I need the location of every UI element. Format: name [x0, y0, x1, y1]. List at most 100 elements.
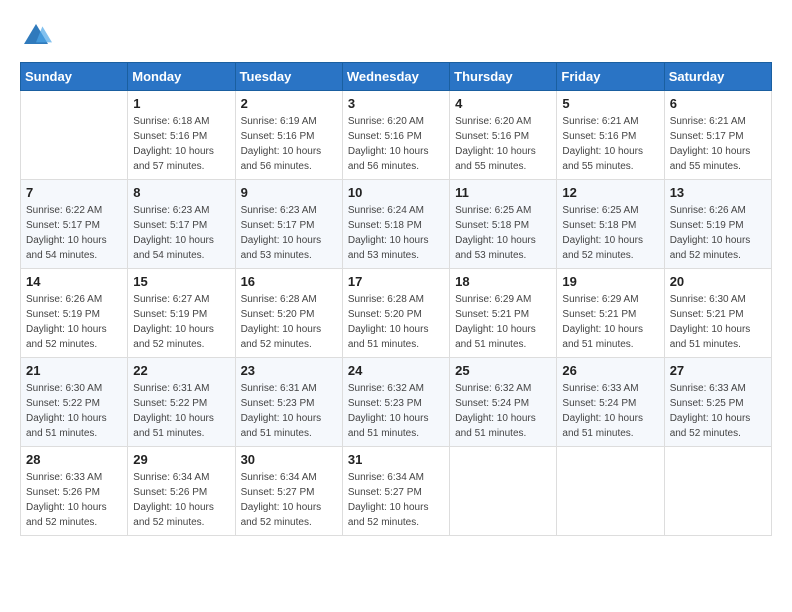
- day-number: 15: [133, 274, 229, 289]
- day-number: 3: [348, 96, 444, 111]
- calendar-cell: 10 Sunrise: 6:24 AMSunset: 5:18 PMDaylig…: [342, 180, 449, 269]
- day-number: 27: [670, 363, 766, 378]
- day-detail: Sunrise: 6:26 AMSunset: 5:19 PMDaylight:…: [670, 203, 766, 263]
- day-number: 13: [670, 185, 766, 200]
- day-number: 30: [241, 452, 337, 467]
- calendar-week-row: 28 Sunrise: 6:33 AMSunset: 5:26 PMDaylig…: [21, 447, 772, 536]
- day-number: 29: [133, 452, 229, 467]
- day-number: 31: [348, 452, 444, 467]
- calendar-cell: 31 Sunrise: 6:34 AMSunset: 5:27 PMDaylig…: [342, 447, 449, 536]
- day-number: 8: [133, 185, 229, 200]
- header-sunday: Sunday: [21, 63, 128, 91]
- day-number: 25: [455, 363, 551, 378]
- day-number: 5: [562, 96, 658, 111]
- day-number: 17: [348, 274, 444, 289]
- calendar-cell: 11 Sunrise: 6:25 AMSunset: 5:18 PMDaylig…: [450, 180, 557, 269]
- day-detail: Sunrise: 6:23 AMSunset: 5:17 PMDaylight:…: [133, 203, 229, 263]
- calendar-cell: 26 Sunrise: 6:33 AMSunset: 5:24 PMDaylig…: [557, 358, 664, 447]
- day-detail: Sunrise: 6:26 AMSunset: 5:19 PMDaylight:…: [26, 292, 122, 352]
- calendar-cell: 5 Sunrise: 6:21 AMSunset: 5:16 PMDayligh…: [557, 91, 664, 180]
- calendar-cell: 23 Sunrise: 6:31 AMSunset: 5:23 PMDaylig…: [235, 358, 342, 447]
- calendar-cell: 16 Sunrise: 6:28 AMSunset: 5:20 PMDaylig…: [235, 269, 342, 358]
- day-detail: Sunrise: 6:21 AMSunset: 5:17 PMDaylight:…: [670, 114, 766, 174]
- calendar-cell: 19 Sunrise: 6:29 AMSunset: 5:21 PMDaylig…: [557, 269, 664, 358]
- calendar-cell: 4 Sunrise: 6:20 AMSunset: 5:16 PMDayligh…: [450, 91, 557, 180]
- day-number: 4: [455, 96, 551, 111]
- day-detail: Sunrise: 6:32 AMSunset: 5:24 PMDaylight:…: [455, 381, 551, 441]
- header-saturday: Saturday: [664, 63, 771, 91]
- day-detail: Sunrise: 6:20 AMSunset: 5:16 PMDaylight:…: [348, 114, 444, 174]
- calendar-cell: 3 Sunrise: 6:20 AMSunset: 5:16 PMDayligh…: [342, 91, 449, 180]
- calendar-cell: 28 Sunrise: 6:33 AMSunset: 5:26 PMDaylig…: [21, 447, 128, 536]
- calendar-cell: 1 Sunrise: 6:18 AMSunset: 5:16 PMDayligh…: [128, 91, 235, 180]
- calendar-table: SundayMondayTuesdayWednesdayThursdayFrid…: [20, 62, 772, 536]
- header-friday: Friday: [557, 63, 664, 91]
- day-number: 2: [241, 96, 337, 111]
- day-number: 24: [348, 363, 444, 378]
- day-number: 26: [562, 363, 658, 378]
- header-wednesday: Wednesday: [342, 63, 449, 91]
- day-detail: Sunrise: 6:34 AMSunset: 5:27 PMDaylight:…: [241, 470, 337, 530]
- calendar-cell: [450, 447, 557, 536]
- logo-icon: [20, 20, 52, 52]
- day-detail: Sunrise: 6:23 AMSunset: 5:17 PMDaylight:…: [241, 203, 337, 263]
- day-number: 14: [26, 274, 122, 289]
- day-detail: Sunrise: 6:31 AMSunset: 5:22 PMDaylight:…: [133, 381, 229, 441]
- calendar-cell: 9 Sunrise: 6:23 AMSunset: 5:17 PMDayligh…: [235, 180, 342, 269]
- day-detail: Sunrise: 6:20 AMSunset: 5:16 PMDaylight:…: [455, 114, 551, 174]
- day-detail: Sunrise: 6:28 AMSunset: 5:20 PMDaylight:…: [348, 292, 444, 352]
- calendar-cell: 17 Sunrise: 6:28 AMSunset: 5:20 PMDaylig…: [342, 269, 449, 358]
- day-number: 12: [562, 185, 658, 200]
- calendar-week-row: 1 Sunrise: 6:18 AMSunset: 5:16 PMDayligh…: [21, 91, 772, 180]
- page-header: [20, 20, 772, 52]
- calendar-week-row: 14 Sunrise: 6:26 AMSunset: 5:19 PMDaylig…: [21, 269, 772, 358]
- day-detail: Sunrise: 6:30 AMSunset: 5:21 PMDaylight:…: [670, 292, 766, 352]
- calendar-cell: 14 Sunrise: 6:26 AMSunset: 5:19 PMDaylig…: [21, 269, 128, 358]
- calendar-cell: 13 Sunrise: 6:26 AMSunset: 5:19 PMDaylig…: [664, 180, 771, 269]
- day-number: 20: [670, 274, 766, 289]
- day-detail: Sunrise: 6:18 AMSunset: 5:16 PMDaylight:…: [133, 114, 229, 174]
- day-number: 22: [133, 363, 229, 378]
- day-number: 23: [241, 363, 337, 378]
- day-detail: Sunrise: 6:33 AMSunset: 5:25 PMDaylight:…: [670, 381, 766, 441]
- calendar-week-row: 21 Sunrise: 6:30 AMSunset: 5:22 PMDaylig…: [21, 358, 772, 447]
- calendar-cell: 15 Sunrise: 6:27 AMSunset: 5:19 PMDaylig…: [128, 269, 235, 358]
- day-number: 6: [670, 96, 766, 111]
- calendar-cell: 22 Sunrise: 6:31 AMSunset: 5:22 PMDaylig…: [128, 358, 235, 447]
- day-number: 16: [241, 274, 337, 289]
- day-detail: Sunrise: 6:33 AMSunset: 5:24 PMDaylight:…: [562, 381, 658, 441]
- day-detail: Sunrise: 6:28 AMSunset: 5:20 PMDaylight:…: [241, 292, 337, 352]
- day-number: 19: [562, 274, 658, 289]
- calendar-cell: 27 Sunrise: 6:33 AMSunset: 5:25 PMDaylig…: [664, 358, 771, 447]
- day-detail: Sunrise: 6:29 AMSunset: 5:21 PMDaylight:…: [562, 292, 658, 352]
- calendar-cell: 20 Sunrise: 6:30 AMSunset: 5:21 PMDaylig…: [664, 269, 771, 358]
- day-detail: Sunrise: 6:34 AMSunset: 5:27 PMDaylight:…: [348, 470, 444, 530]
- day-detail: Sunrise: 6:33 AMSunset: 5:26 PMDaylight:…: [26, 470, 122, 530]
- day-detail: Sunrise: 6:25 AMSunset: 5:18 PMDaylight:…: [455, 203, 551, 263]
- calendar-cell: 8 Sunrise: 6:23 AMSunset: 5:17 PMDayligh…: [128, 180, 235, 269]
- calendar-cell: 21 Sunrise: 6:30 AMSunset: 5:22 PMDaylig…: [21, 358, 128, 447]
- day-detail: Sunrise: 6:31 AMSunset: 5:23 PMDaylight:…: [241, 381, 337, 441]
- day-number: 10: [348, 185, 444, 200]
- calendar-cell: [664, 447, 771, 536]
- day-detail: Sunrise: 6:30 AMSunset: 5:22 PMDaylight:…: [26, 381, 122, 441]
- calendar-cell: [557, 447, 664, 536]
- calendar-header-row: SundayMondayTuesdayWednesdayThursdayFrid…: [21, 63, 772, 91]
- day-detail: Sunrise: 6:27 AMSunset: 5:19 PMDaylight:…: [133, 292, 229, 352]
- logo: [20, 20, 56, 52]
- day-number: 28: [26, 452, 122, 467]
- day-detail: Sunrise: 6:22 AMSunset: 5:17 PMDaylight:…: [26, 203, 122, 263]
- day-detail: Sunrise: 6:21 AMSunset: 5:16 PMDaylight:…: [562, 114, 658, 174]
- calendar-cell: 29 Sunrise: 6:34 AMSunset: 5:26 PMDaylig…: [128, 447, 235, 536]
- calendar-cell: 12 Sunrise: 6:25 AMSunset: 5:18 PMDaylig…: [557, 180, 664, 269]
- day-detail: Sunrise: 6:19 AMSunset: 5:16 PMDaylight:…: [241, 114, 337, 174]
- calendar-cell: 7 Sunrise: 6:22 AMSunset: 5:17 PMDayligh…: [21, 180, 128, 269]
- calendar-cell: [21, 91, 128, 180]
- calendar-cell: 24 Sunrise: 6:32 AMSunset: 5:23 PMDaylig…: [342, 358, 449, 447]
- day-number: 9: [241, 185, 337, 200]
- day-number: 18: [455, 274, 551, 289]
- day-detail: Sunrise: 6:24 AMSunset: 5:18 PMDaylight:…: [348, 203, 444, 263]
- calendar-cell: 25 Sunrise: 6:32 AMSunset: 5:24 PMDaylig…: [450, 358, 557, 447]
- calendar-cell: 18 Sunrise: 6:29 AMSunset: 5:21 PMDaylig…: [450, 269, 557, 358]
- calendar-cell: 30 Sunrise: 6:34 AMSunset: 5:27 PMDaylig…: [235, 447, 342, 536]
